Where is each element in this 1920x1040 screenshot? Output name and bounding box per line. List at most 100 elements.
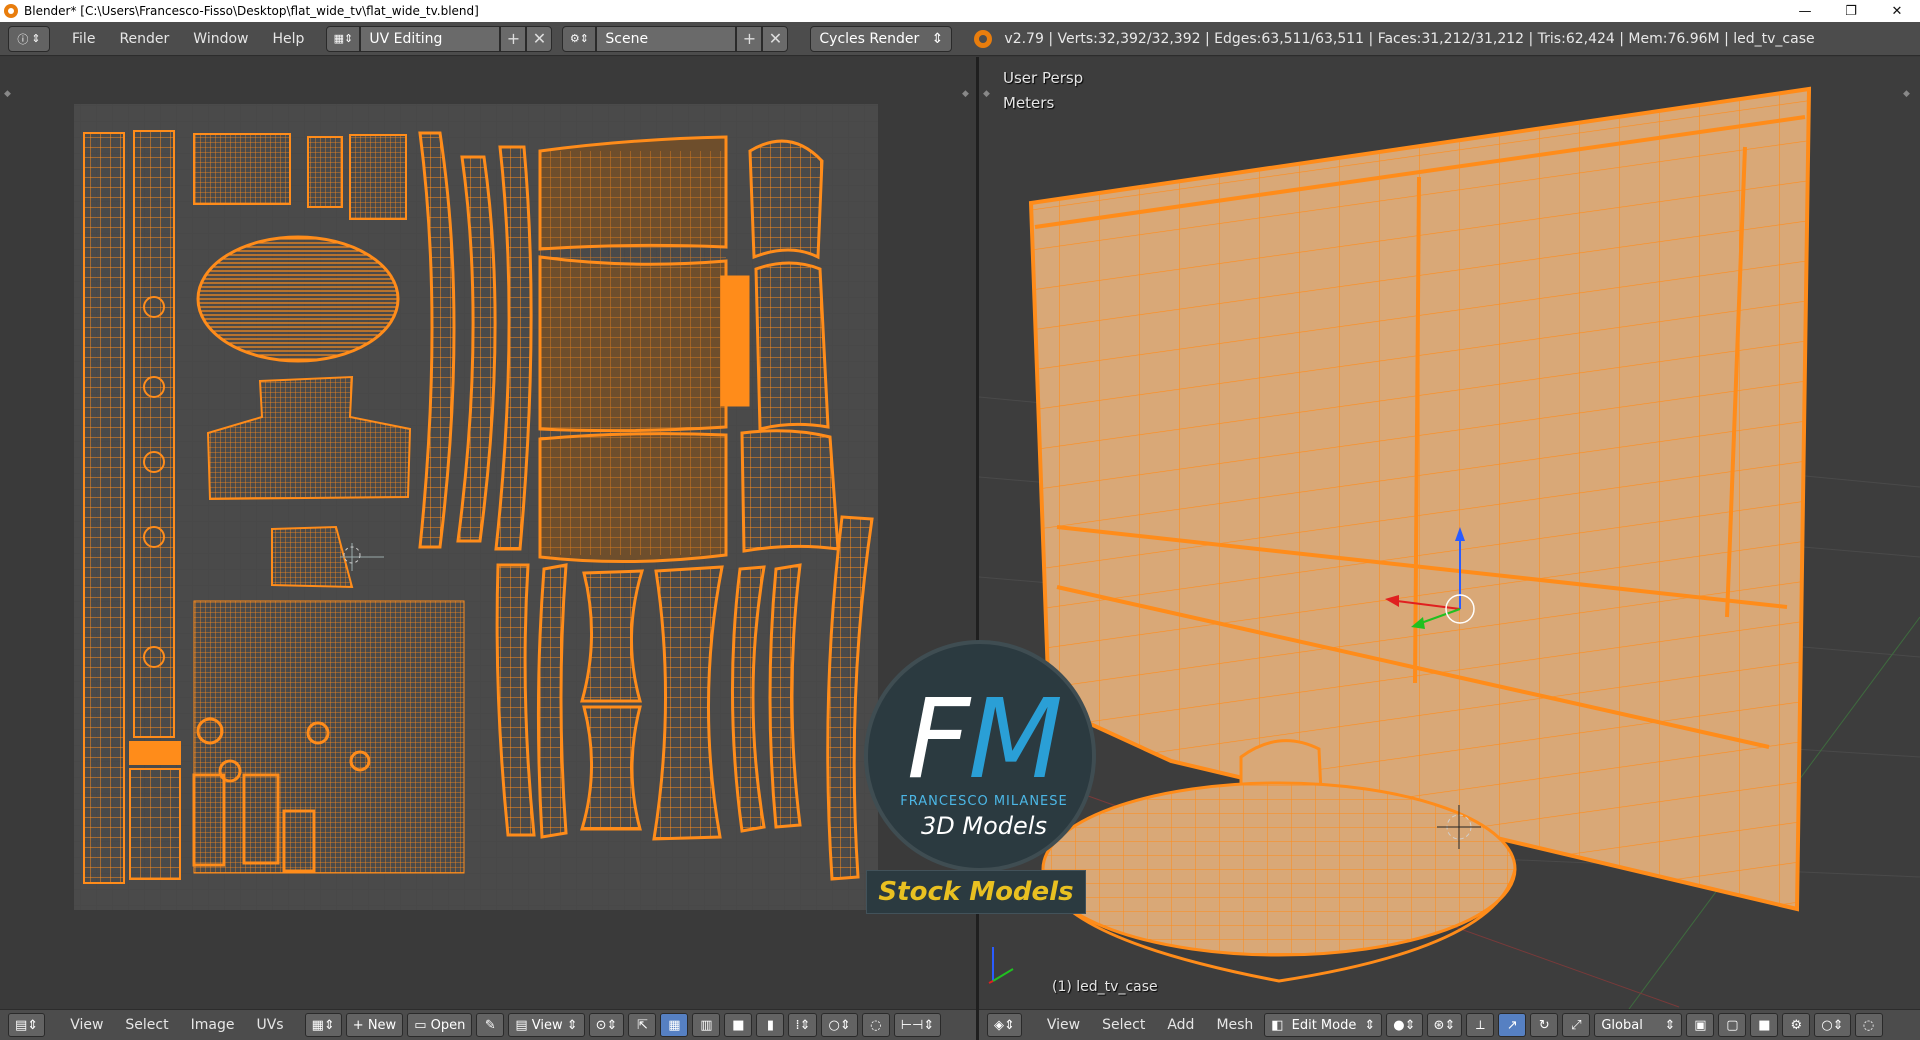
sticky-mode-icon[interactable]: ⁞⇕ bbox=[788, 1013, 818, 1037]
add-scene-icon[interactable]: + bbox=[736, 25, 763, 52]
blender-logo-icon bbox=[4, 4, 18, 18]
watermark-logo: FM FRANCESCO MILANESE 3D Models bbox=[864, 640, 1096, 872]
scene-selector: ⚙⇕ Scene + ✕ bbox=[562, 25, 789, 52]
new-image-label: New bbox=[367, 1017, 397, 1033]
3d-menu-mesh[interactable]: Mesh bbox=[1205, 1013, 1264, 1037]
logo-author-name: FRANCESCO MILANESE bbox=[900, 794, 1068, 809]
uv-menu-uvs[interactable]: UVs bbox=[245, 1013, 294, 1037]
new-image-button[interactable]: + New bbox=[345, 1013, 404, 1037]
snap-toggle-icon[interactable]: ◌ bbox=[1854, 1013, 1883, 1037]
plus-icon: + bbox=[352, 1017, 368, 1033]
uv-editor-type-button[interactable]: ▤⇕ bbox=[8, 1013, 46, 1037]
orientation-dropdown[interactable]: Global ⇕ bbox=[1594, 1013, 1683, 1037]
uv-image-editor[interactable]: ◆ ◆ bbox=[0, 57, 976, 1009]
region-toggle-icon[interactable]: ◆ bbox=[4, 89, 12, 99]
translate-manipulator-icon[interactable]: ↗ bbox=[1498, 1013, 1527, 1037]
minimize-button[interactable]: — bbox=[1782, 0, 1828, 22]
viewport-canvas[interactable] bbox=[979, 57, 1920, 1009]
pin-icon[interactable]: ✎ bbox=[476, 1013, 505, 1037]
snap-element-icon[interactable]: ⊢⊣⇕ bbox=[893, 1013, 942, 1037]
image-view-icon: ▤ bbox=[515, 1017, 532, 1033]
proportional-editing-icon[interactable]: ○⇕ bbox=[1814, 1013, 1851, 1037]
manipulator-toggle-icon[interactable]: ⟂ bbox=[1466, 1013, 1495, 1037]
image-editor-icon: ▤⇕ bbox=[15, 1017, 39, 1033]
render-engine-label: Cycles Render bbox=[819, 30, 920, 47]
cube-icon: ◈⇕ bbox=[994, 1017, 1015, 1033]
proportional-edit-icon[interactable]: ○⇕ bbox=[821, 1013, 858, 1037]
image-browse-button[interactable]: ▦⇕ bbox=[304, 1013, 342, 1037]
logo-letter-m: M bbox=[968, 675, 1063, 803]
uv-menu-select[interactable]: Select bbox=[114, 1013, 179, 1037]
uv-menu-image[interactable]: Image bbox=[180, 1013, 246, 1037]
menu-file[interactable]: File bbox=[60, 26, 107, 52]
screen-layout-field[interactable]: UV Editing bbox=[360, 25, 501, 52]
uv-canvas[interactable] bbox=[0, 57, 976, 1009]
scene-field[interactable]: Scene bbox=[596, 25, 737, 52]
view-mode-dropdown[interactable]: ▤ View ⇕ bbox=[508, 1013, 585, 1037]
uv-editor-header: ▤⇕ View Select Image UVs ▦⇕ + New ▭ Open… bbox=[0, 1009, 976, 1040]
menu-window[interactable]: Window bbox=[181, 26, 260, 52]
chevron-updown-icon: ⇕ bbox=[931, 30, 944, 47]
3d-menu-view[interactable]: View bbox=[1036, 1013, 1091, 1037]
uv-islands-curved bbox=[418, 131, 533, 551]
scene-stats: v2.79 | Verts:32,392/32,392 | Edges:63,5… bbox=[1004, 30, 1815, 47]
mode-dropdown[interactable]: ◧ Edit Mode ⇕ bbox=[1264, 1013, 1383, 1037]
open-image-button[interactable]: ▭ Open bbox=[407, 1013, 473, 1037]
vertex-select-icon[interactable]: ▦ bbox=[660, 1013, 689, 1037]
uv-menu-view[interactable]: View bbox=[59, 1013, 114, 1037]
info-header: ⓘ ⇕ File Render Window Help ▦⇕ UV Editing… bbox=[0, 22, 1920, 56]
region-toggle-icon[interactable]: ◆ bbox=[962, 89, 970, 99]
add-layout-icon[interactable]: + bbox=[500, 25, 527, 52]
image-icon: ▦⇕ bbox=[311, 1017, 335, 1033]
scale-manipulator-icon[interactable]: ⤢ bbox=[1562, 1013, 1591, 1037]
face-select-icon[interactable]: ■ bbox=[724, 1013, 753, 1037]
3d-viewport-header: ◈⇕ View Select Add Mesh ◧ Edit Mode ⇕ ●⇕ ⊛… bbox=[979, 1009, 1920, 1040]
edit-mode-icon: ◧ bbox=[1271, 1017, 1284, 1033]
render-engine-dropdown[interactable]: Cycles Render ⇕ bbox=[810, 25, 953, 52]
island-select-icon[interactable]: ▮ bbox=[756, 1013, 785, 1037]
logo-initials: FM bbox=[868, 684, 1100, 794]
view-name-label: User Persp bbox=[1003, 69, 1084, 87]
scene-icon[interactable]: ⚙⇕ bbox=[562, 25, 597, 52]
sync-selection-icon[interactable]: ⇱ bbox=[628, 1013, 657, 1037]
uv-island-oval bbox=[196, 235, 400, 363]
3d-menu-select[interactable]: Select bbox=[1091, 1013, 1156, 1037]
restore-button[interactable]: ❐ bbox=[1828, 0, 1874, 22]
pivot-icon[interactable]: ⊙⇕ bbox=[588, 1013, 625, 1037]
rotate-manipulator-icon[interactable]: ↻ bbox=[1530, 1013, 1559, 1037]
view-mode-label: View bbox=[531, 1017, 563, 1033]
screen-layout-selector: ▦⇕ UV Editing + ✕ bbox=[326, 25, 553, 52]
screen-layout-icon[interactable]: ▦⇕ bbox=[326, 25, 361, 52]
region-toggle-icon[interactable]: ◆ bbox=[1903, 89, 1911, 99]
pivot-point-icon[interactable]: ⊛⇕ bbox=[1426, 1013, 1463, 1037]
occlude-geometry-icon[interactable]: ⚙ bbox=[1782, 1013, 1811, 1037]
edge-select-icon[interactable]: ▥ bbox=[692, 1013, 721, 1037]
logo-letter-f: F bbox=[906, 675, 970, 803]
3d-viewport[interactable]: User Persp Meters (1) led_tv_case ◆ ◆ bbox=[979, 57, 1920, 1009]
units-label: Meters bbox=[1003, 94, 1055, 112]
folder-icon: ▭ bbox=[414, 1017, 431, 1033]
menu-render[interactable]: Render bbox=[107, 26, 181, 52]
vertex-mode-icon[interactable]: ▣ bbox=[1686, 1013, 1715, 1037]
active-object-label: (1) led_tv_case bbox=[1052, 979, 1158, 995]
blender-logo-icon bbox=[974, 29, 993, 48]
uv-islands-tiny-parts bbox=[193, 600, 465, 874]
remove-layout-icon[interactable]: ✕ bbox=[526, 25, 553, 52]
chevron-updown-icon: ⇕ bbox=[1364, 1017, 1376, 1033]
3d-menu-add[interactable]: Add bbox=[1156, 1013, 1205, 1037]
edge-mode-icon[interactable]: ▢ bbox=[1718, 1013, 1747, 1037]
shading-icon[interactable]: ●⇕ bbox=[1386, 1013, 1423, 1037]
menu-help[interactable]: Help bbox=[260, 26, 316, 52]
axis-gizmo-icon bbox=[988, 947, 1014, 984]
close-button[interactable]: ✕ bbox=[1874, 0, 1920, 22]
stock-models-banner: Stock Models bbox=[866, 870, 1086, 914]
remove-scene-icon[interactable]: ✕ bbox=[762, 25, 789, 52]
face-mode-icon[interactable]: ■ bbox=[1750, 1013, 1779, 1037]
info-editor-type-button[interactable]: ⓘ ⇕ bbox=[8, 25, 50, 52]
region-toggle-icon[interactable]: ◆ bbox=[983, 89, 991, 99]
snap-icon[interactable]: ◌ bbox=[861, 1013, 890, 1037]
chevron-updown-icon: ⇕ bbox=[1664, 1017, 1676, 1033]
window-titlebar: Blender* [C:\Users\Francesco-Fisso\Deskt… bbox=[0, 0, 1920, 22]
orientation-label: Global bbox=[1601, 1017, 1643, 1033]
3d-editor-type-button[interactable]: ◈⇕ bbox=[987, 1013, 1022, 1037]
